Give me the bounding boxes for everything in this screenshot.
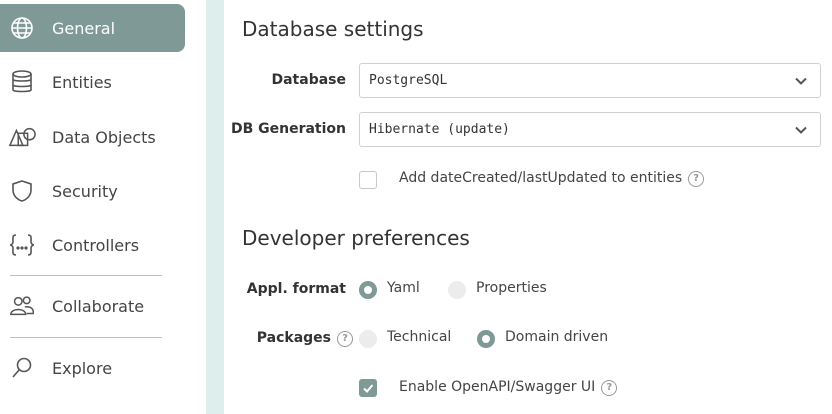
format-properties-label: Properties [476, 280, 547, 296]
developer-preferences-title: Developer preferences [242, 226, 470, 250]
sidebar-item-label: Controllers [52, 235, 140, 255]
sidebar-divider [10, 275, 162, 276]
database-select[interactable]: PostgreSQL [359, 63, 821, 98]
openapi-checkbox[interactable] [359, 379, 377, 397]
chevron-down-icon [795, 77, 807, 85]
sidebar-item-label: General [52, 18, 116, 38]
sidebar-item-label: Explore [52, 358, 113, 378]
format-yaml-radio[interactable] [359, 281, 377, 299]
format-yaml-label: Yaml [387, 280, 420, 296]
packages-technical-radio[interactable] [359, 330, 377, 348]
sidebar-item-label: Collaborate [52, 296, 145, 316]
sidebar-item-label: Data Objects [52, 127, 156, 147]
db-generation-label: DB Generation [230, 121, 346, 137]
checkmark-icon [363, 384, 374, 393]
appl-format-label: Appl. format [246, 281, 346, 297]
format-properties-radio[interactable] [448, 281, 466, 299]
sidebar-item-label: Security [52, 181, 118, 201]
sidebar-divider [10, 337, 162, 338]
sidebar-item-collaborate[interactable]: Collaborate [0, 282, 185, 330]
database-select-value: PostgreSQL [369, 73, 448, 88]
sidebar-item-label: Entities [52, 72, 112, 92]
shield-icon [8, 177, 36, 205]
packages-domain-radio[interactable] [477, 330, 495, 348]
magnifier-icon [8, 354, 36, 382]
db-generation-select[interactable]: Hibernate (update) [359, 112, 821, 147]
sidebar-item-controllers[interactable]: Controllers [0, 221, 185, 269]
database-icon [8, 68, 36, 96]
braces-icon [8, 231, 36, 259]
sidebar-item-entities[interactable]: Entities [0, 58, 185, 106]
help-icon[interactable]: ? [337, 331, 353, 347]
packages-technical-label: Technical [387, 329, 452, 345]
sidebar-item-general[interactable]: General [0, 4, 185, 52]
database-label: Database [271, 72, 346, 88]
sidebar-item-security[interactable]: Security [0, 167, 185, 215]
date-fields-checkbox[interactable] [359, 171, 377, 189]
date-fields-label: Add dateCreated/lastUpdated to entities [399, 170, 683, 186]
packages-label: Packages [256, 330, 331, 346]
sidebar-item-explore[interactable]: Explore [0, 344, 185, 392]
packages-domain-label: Domain driven [505, 329, 609, 345]
help-icon[interactable]: ? [601, 380, 618, 396]
packages-label-row: Packages? [224, 330, 353, 347]
help-icon[interactable]: ? [688, 171, 705, 187]
db-generation-select-value: Hibernate (update) [369, 122, 510, 137]
sidebar-item-data-objects[interactable]: Data Objects [0, 113, 185, 161]
openapi-label: Enable OpenAPI/Swagger UI [399, 379, 596, 395]
globe-icon [8, 14, 36, 42]
openapi-option: Enable OpenAPI/Swagger UI? [399, 379, 618, 396]
sidebar-gutter [206, 0, 224, 414]
date-fields-option: Add dateCreated/lastUpdated to entities? [399, 170, 705, 187]
shapes-icon [8, 123, 36, 151]
settings-panel: Database settings Database PostgreSQL DB… [224, 0, 832, 414]
sidebar: General Entities Data Objects Security C… [0, 0, 206, 414]
database-settings-title: Database settings [242, 17, 424, 41]
chevron-down-icon [795, 126, 807, 134]
users-icon [8, 292, 36, 320]
